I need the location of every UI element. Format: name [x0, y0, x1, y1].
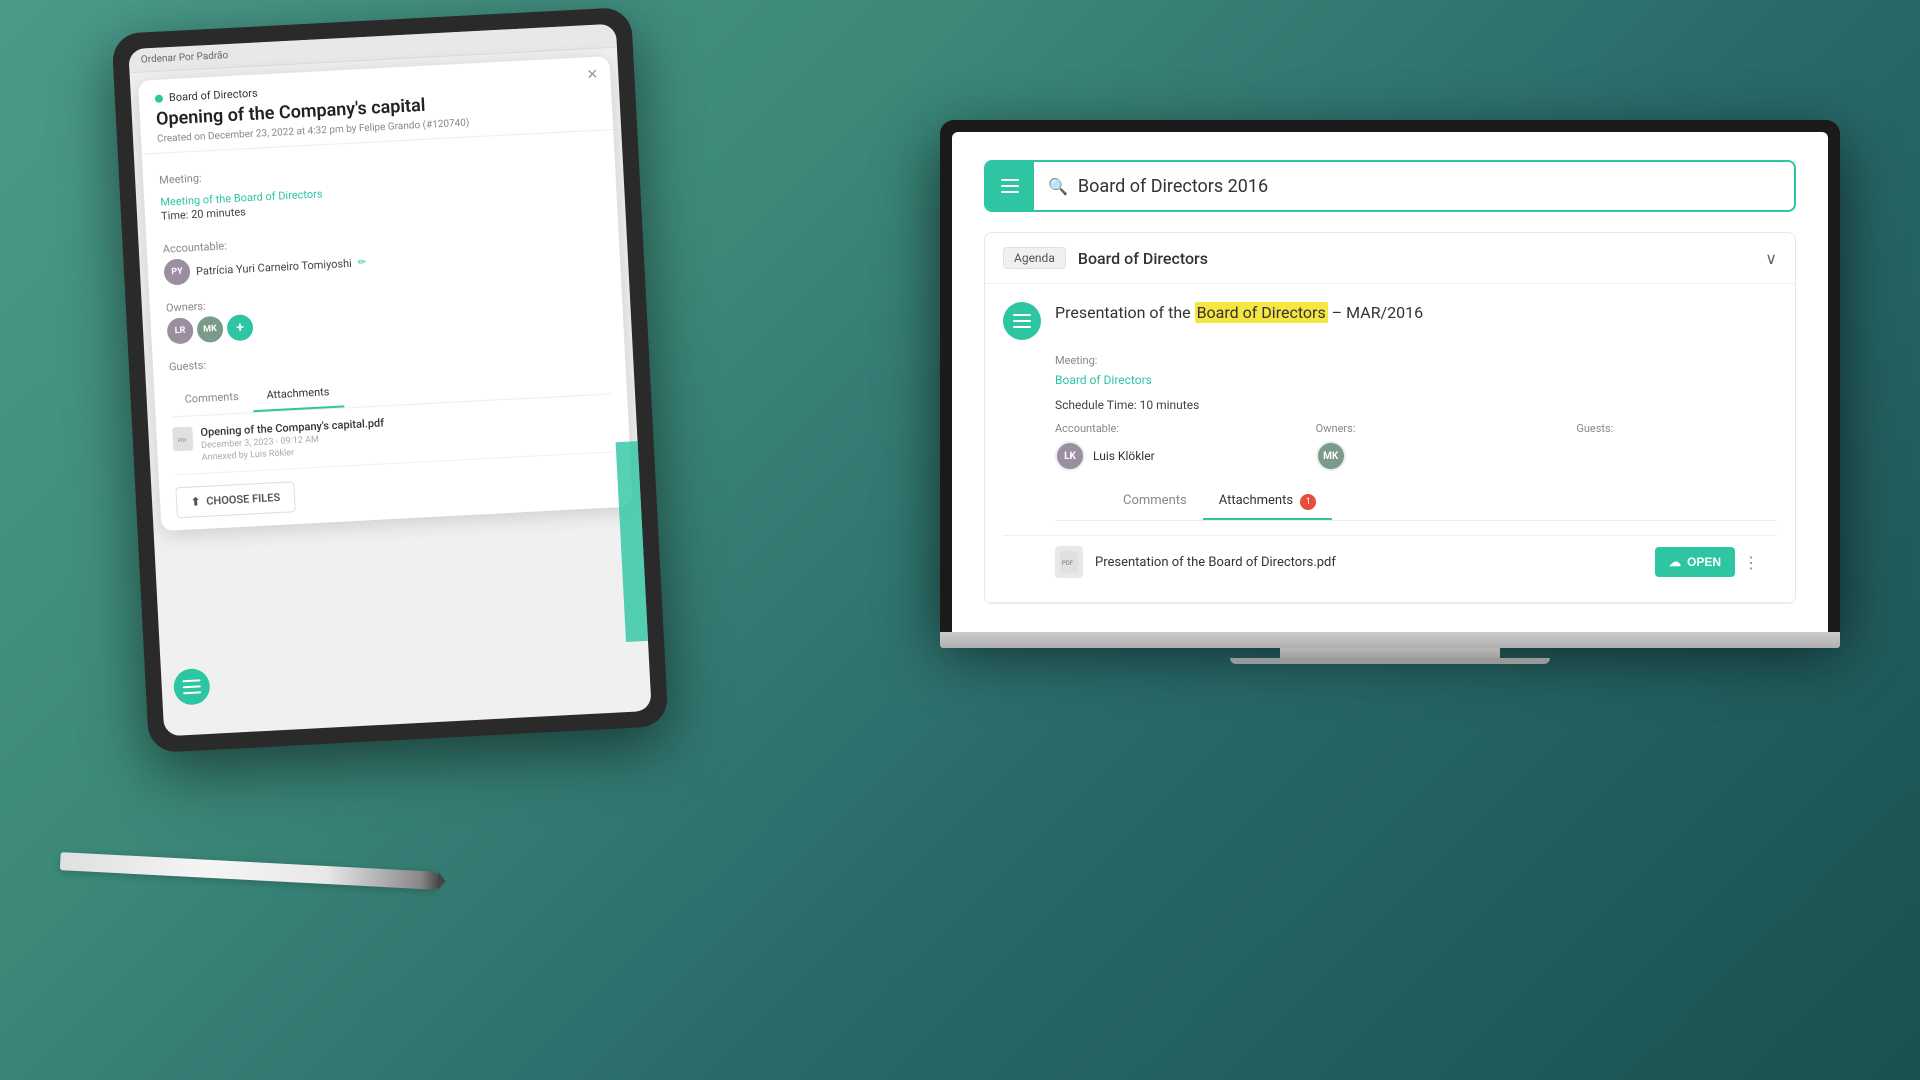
choose-files-label: CHOOSE FILES	[206, 491, 280, 508]
owners-col-label: Owners:	[1316, 422, 1517, 435]
search-text[interactable]: Board of Directors 2016	[1078, 176, 1268, 197]
list-icon	[1013, 314, 1031, 328]
agenda-header[interactable]: Agenda Board of Directors ∨	[985, 233, 1795, 284]
pdf-icon-lp: PDF	[1055, 546, 1083, 578]
owner-avatar-lp: MK	[1316, 441, 1346, 471]
search-icon: 🔍	[1048, 177, 1068, 196]
more-options-icon[interactable]: ⋮	[1743, 553, 1759, 572]
tab-attachments[interactable]: Attachments	[252, 376, 344, 412]
schedule-value: Schedule Time: 10 minutes	[1055, 398, 1777, 412]
green-dot-icon	[155, 94, 163, 102]
owner-avatar-1: LR	[166, 317, 193, 344]
meeting-detail-link[interactable]: Board of Directors	[1055, 373, 1152, 387]
laptop-base	[940, 632, 1840, 648]
close-button[interactable]: ✕	[586, 67, 599, 84]
schedule-row: Schedule Time: 10 minutes	[1055, 398, 1777, 412]
laptop-device: 🔍 Board of Directors 2016 Agenda Board o…	[940, 120, 1840, 664]
guests-col-label: Guests:	[1576, 422, 1777, 435]
search-bar: 🔍 Board of Directors 2016	[984, 160, 1796, 212]
open-btn-label: OPEN	[1687, 555, 1721, 569]
tablet-group-name: Board of Directors	[169, 87, 258, 105]
upload-icon: ⬆	[191, 495, 201, 508]
laptop-screen-container: 🔍 Board of Directors 2016 Agenda Board o…	[940, 120, 1840, 632]
lp-tab-comments[interactable]: Comments	[1107, 485, 1203, 520]
search-input-area[interactable]: 🔍 Board of Directors 2016	[1034, 176, 1794, 197]
tablet-sidebar-strip	[616, 441, 652, 642]
tablet-device: Ordenar Por Padrão Board of Directors Op…	[112, 7, 669, 753]
accountable-person-name: Luis Klökler	[1093, 449, 1155, 463]
meeting-item-icon	[1003, 302, 1041, 340]
agenda-badge: Agenda	[1003, 247, 1066, 269]
svg-text:PDF: PDF	[178, 438, 188, 444]
svg-text:PDF: PDF	[1062, 560, 1074, 567]
owner-avatar-2: MK	[196, 316, 223, 343]
accountable-col-label: Accountable:	[1055, 422, 1256, 435]
tablet-top-bar-label: Ordenar Por Padrão	[141, 50, 229, 66]
owners-col: Owners: MK	[1316, 422, 1517, 471]
title-suffix: – MAR/2016	[1328, 303, 1423, 322]
laptop-content: 🔍 Board of Directors 2016 Agenda Board o…	[952, 132, 1828, 632]
meeting-item-header: Presentation of the Board of Directors –…	[1003, 302, 1777, 340]
title-highlight: Board of Directors	[1195, 302, 1328, 323]
attachments-badge: 1	[1300, 494, 1316, 510]
laptop-stand	[1280, 648, 1500, 658]
meeting-field-row: Meeting: Board of Directors	[1055, 354, 1777, 388]
add-owner-button[interactable]: +	[226, 314, 253, 341]
agenda-section: Agenda Board of Directors ∨	[984, 232, 1796, 604]
fab-icon	[182, 679, 201, 694]
tablet-screen: Ordenar Por Padrão Board of Directors Op…	[128, 24, 651, 737]
stylus-pencil	[60, 852, 440, 890]
tablet-fab[interactable]	[173, 668, 211, 706]
accountable-avatar: PY	[163, 258, 190, 285]
tablet-modal-body: Meeting: Meeting of the Board of Directo…	[142, 130, 633, 531]
meeting-item-title: Presentation of the Board of Directors –…	[1055, 302, 1423, 324]
tab-comments[interactable]: Comments	[170, 381, 253, 416]
search-menu-button[interactable]	[986, 162, 1034, 210]
chevron-down-icon[interactable]: ∨	[1765, 249, 1777, 268]
laptop-attachment-item: PDF Presentation of the Board of Directo…	[1003, 535, 1777, 588]
laptop-tab-bar: Comments Attachments 1	[1055, 485, 1777, 521]
meeting-item: Presentation of the Board of Directors –…	[985, 284, 1795, 603]
meeting-detail-label: Meeting:	[1055, 354, 1777, 367]
meeting-field-label: Meeting:	[159, 151, 599, 187]
accountable-col: Accountable: LK Luis Klökler	[1055, 422, 1256, 471]
laptop-foot	[1230, 658, 1550, 664]
lp-tab-attachments[interactable]: Attachments 1	[1203, 485, 1333, 520]
accountable-with-name: LK Luis Klökler	[1055, 441, 1256, 471]
guests-col: Guests:	[1576, 422, 1777, 471]
accountable-name: Patrícia Yuri Carneiro Tomiyoshi	[196, 256, 352, 277]
hamburger-icon	[1001, 179, 1019, 193]
edit-icon[interactable]: ✏	[357, 257, 366, 268]
laptop-screen: 🔍 Board of Directors 2016 Agenda Board o…	[952, 132, 1828, 632]
owners-section: Accountable: LK Luis Klökler Owners: MK	[1055, 422, 1777, 471]
meeting-details: Meeting: Board of Directors Schedule Tim…	[1003, 354, 1777, 521]
agenda-title: Board of Directors	[1078, 249, 1765, 268]
tablet-modal: Board of Directors Opening of the Compan…	[138, 56, 633, 531]
open-button[interactable]: ☁ OPEN	[1655, 547, 1735, 577]
pdf-icon: PDF	[172, 426, 193, 451]
accountable-avatar-lp: LK	[1055, 441, 1085, 471]
tablet-attachment-info: Opening of the Company's capital.pdf Dec…	[200, 404, 613, 463]
laptop-attachment-name: Presentation of the Board of Directors.p…	[1095, 555, 1655, 570]
choose-files-button[interactable]: ⬆ CHOOSE FILES	[175, 481, 296, 518]
cloud-icon: ☁	[1669, 555, 1681, 569]
title-prefix: Presentation of the	[1055, 303, 1195, 322]
